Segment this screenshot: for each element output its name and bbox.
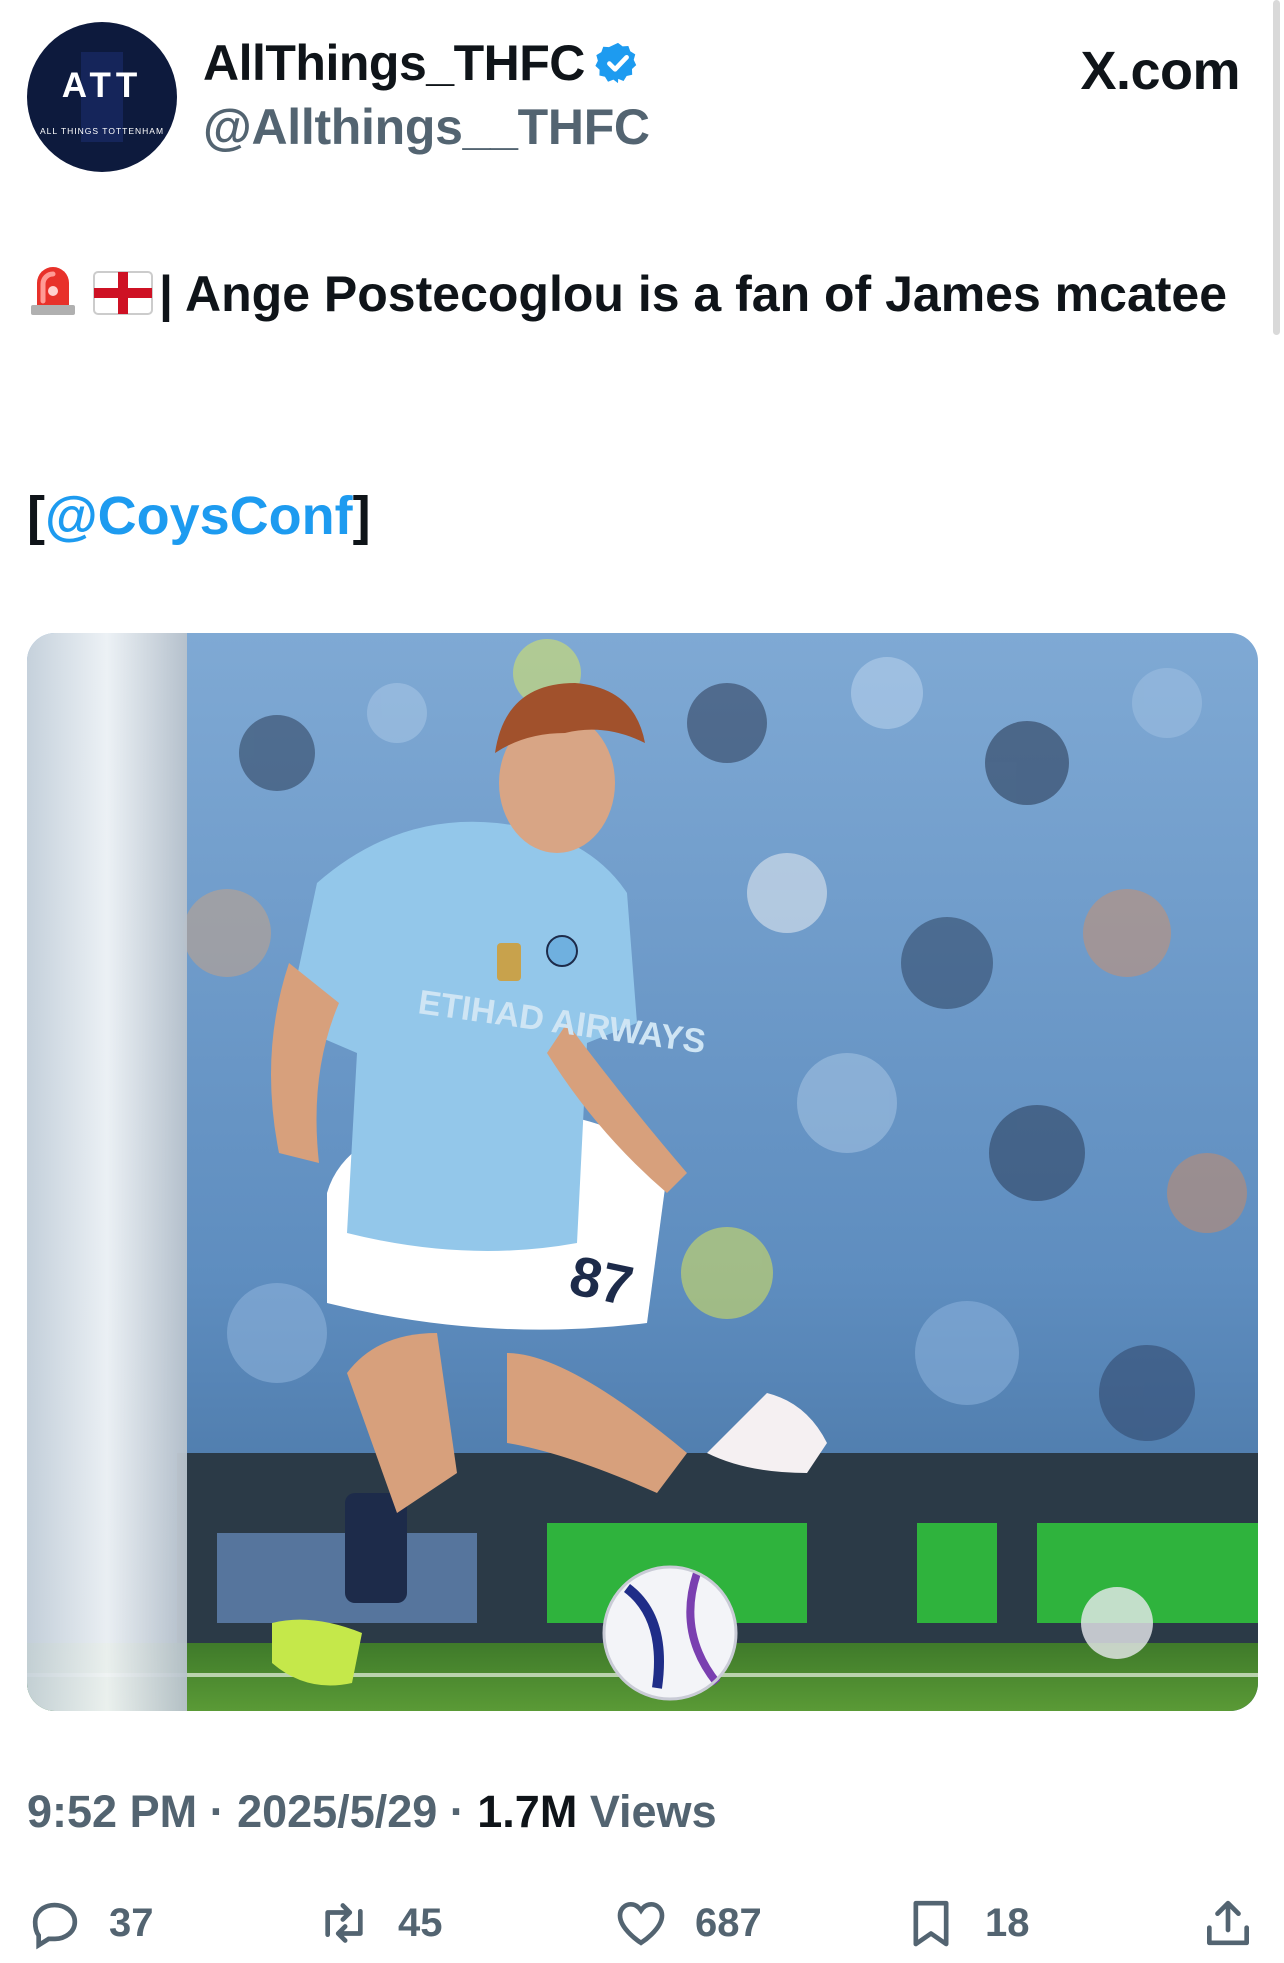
football-photo: ETIHAD AIRWAYS 87 [27, 633, 1258, 1711]
views-label: Views [577, 1786, 717, 1837]
like-count: 687 [695, 1900, 762, 1945]
heart-icon [617, 1901, 665, 1946]
tweet-body: | Ange Postecoglou is a fan of James mca… [159, 266, 1228, 322]
repost-icon [325, 1903, 363, 1943]
repost-button[interactable]: 45 [316, 1895, 443, 1951]
avatar-subtitle: ALL THINGS TOTTENHAM [39, 126, 165, 136]
bookmark-count: 18 [985, 1900, 1030, 1945]
mention-link[interactable]: @CoysConf [45, 486, 353, 546]
x-brand-label: X.com [1080, 41, 1240, 101]
verified-badge-icon [595, 42, 637, 84]
avatar-monogram: ATT [61, 66, 143, 105]
views-count: 1.7M [477, 1786, 578, 1837]
tweet-time[interactable]: 9:52 PM [27, 1786, 197, 1837]
siren-icon [31, 267, 75, 315]
reply-count: 37 [109, 1900, 154, 1945]
tweet-meta: 9:52 PM · 2025/5/29 · 1.7M Views [27, 1786, 717, 1838]
meta-separator: · [197, 1786, 238, 1837]
avatar[interactable]: ATT ALL THINGS TOTTENHAM [27, 22, 177, 172]
england-flag-icon [93, 271, 153, 315]
repost-count: 45 [398, 1900, 443, 1945]
share-button[interactable] [1200, 1895, 1256, 1951]
scrollbar[interactable] [1273, 0, 1280, 335]
author-name-row[interactable]: AllThings_THFC [203, 34, 641, 92]
action-bar: 37 45 687 18 [0, 1895, 1284, 1955]
tweet-date[interactable]: 2025/5/29 [237, 1786, 437, 1837]
reply-icon [32, 1902, 78, 1950]
bracket-open: [ [27, 486, 45, 546]
share-icon [1207, 1900, 1249, 1946]
like-button[interactable]: 687 [613, 1895, 762, 1951]
bracket-close: ] [352, 486, 371, 546]
tweet-photo[interactable]: ETIHAD AIRWAYS 87 [27, 633, 1258, 1711]
football [602, 1565, 738, 1701]
bookmark-button[interactable]: 18 [903, 1895, 1030, 1951]
bookmark-icon [913, 1900, 949, 1947]
author-handle[interactable]: @Allthings__THFC [203, 98, 650, 156]
display-name[interactable]: AllThings_THFC [203, 34, 585, 92]
reply-button[interactable]: 37 [27, 1895, 154, 1951]
meta-separator: · [437, 1786, 478, 1837]
tweet-text: | Ange Postecoglou is a fan of James mca… [27, 255, 1247, 333]
mention-line: [@CoysConf] [27, 485, 371, 547]
shirt-number: 87 [565, 1243, 639, 1318]
